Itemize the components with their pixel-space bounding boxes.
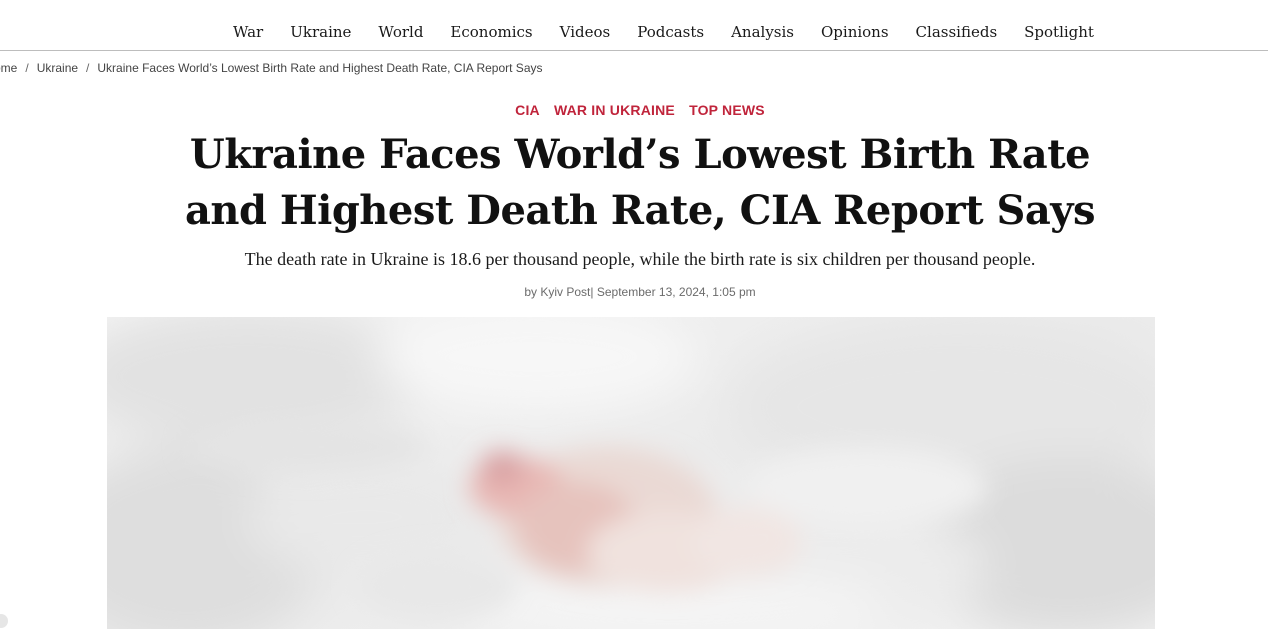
article-headline: Ukraine Faces World’s Lowest Birth Rate …: [140, 127, 1140, 239]
breadcrumb-current: Ukraine Faces World’s Lowest Birth Rate …: [97, 61, 543, 75]
top-navigation: War Ukraine World Economics Videos Podca…: [0, 0, 1280, 51]
byline-prefix: by: [524, 285, 538, 299]
nav-item-economics[interactable]: Economics: [450, 22, 532, 42]
breadcrumb-ukraine[interactable]: Ukraine: [37, 61, 78, 75]
nav-item-classifieds[interactable]: Classifieds: [916, 22, 998, 42]
byline-author[interactable]: Kyiv Post: [540, 285, 590, 299]
nav-item-podcasts[interactable]: Podcasts: [637, 22, 704, 42]
main-menu: War Ukraine World Economics Videos Podca…: [233, 22, 1121, 42]
headline-line-2: and Highest Death Rate, CIA Report Says: [184, 187, 1096, 234]
nav-item-opinions[interactable]: Opinions: [821, 22, 889, 42]
breadcrumb-home[interactable]: ome: [0, 61, 17, 75]
breadcrumb-separator: /: [25, 61, 29, 75]
headline-line-1: Ukraine Faces World’s Lowest Birth Rate: [189, 131, 1091, 178]
nav-item-analysis[interactable]: Analysis: [731, 22, 794, 42]
nav-item-spotlight[interactable]: Spotlight: [1024, 22, 1094, 42]
article-subheadline: The death rate in Ukraine is 18.6 per th…: [244, 249, 1036, 269]
breadcrumb: ome / Ukraine / Ukraine Faces World’s Lo…: [0, 61, 543, 75]
nav-item-ukraine[interactable]: Ukraine: [290, 22, 351, 42]
nav-item-war[interactable]: War: [233, 22, 263, 42]
byline-date: September 13, 2024, 1:05 pm: [596, 285, 756, 299]
blurred-baby-photo: [107, 317, 1155, 629]
tag-war-in-ukraine[interactable]: WAR IN UKRAINE: [554, 102, 675, 118]
nav-item-world[interactable]: World: [378, 22, 423, 42]
breadcrumb-separator: /: [86, 61, 90, 75]
hero-image: [107, 317, 1155, 629]
tag-top-news[interactable]: TOP NEWS: [689, 102, 765, 118]
byline-separator: |: [590, 285, 594, 299]
tag-cia[interactable]: CIA: [515, 102, 540, 118]
article-byline: by Kyiv Post| September 13, 2024, 1:05 p…: [0, 285, 1280, 299]
nav-item-videos[interactable]: Videos: [560, 22, 611, 42]
scroll-indicator: [0, 614, 8, 628]
nav-divider: [0, 50, 1268, 51]
article-tags: CIA WAR IN UKRAINE TOP NEWS: [0, 102, 1280, 118]
